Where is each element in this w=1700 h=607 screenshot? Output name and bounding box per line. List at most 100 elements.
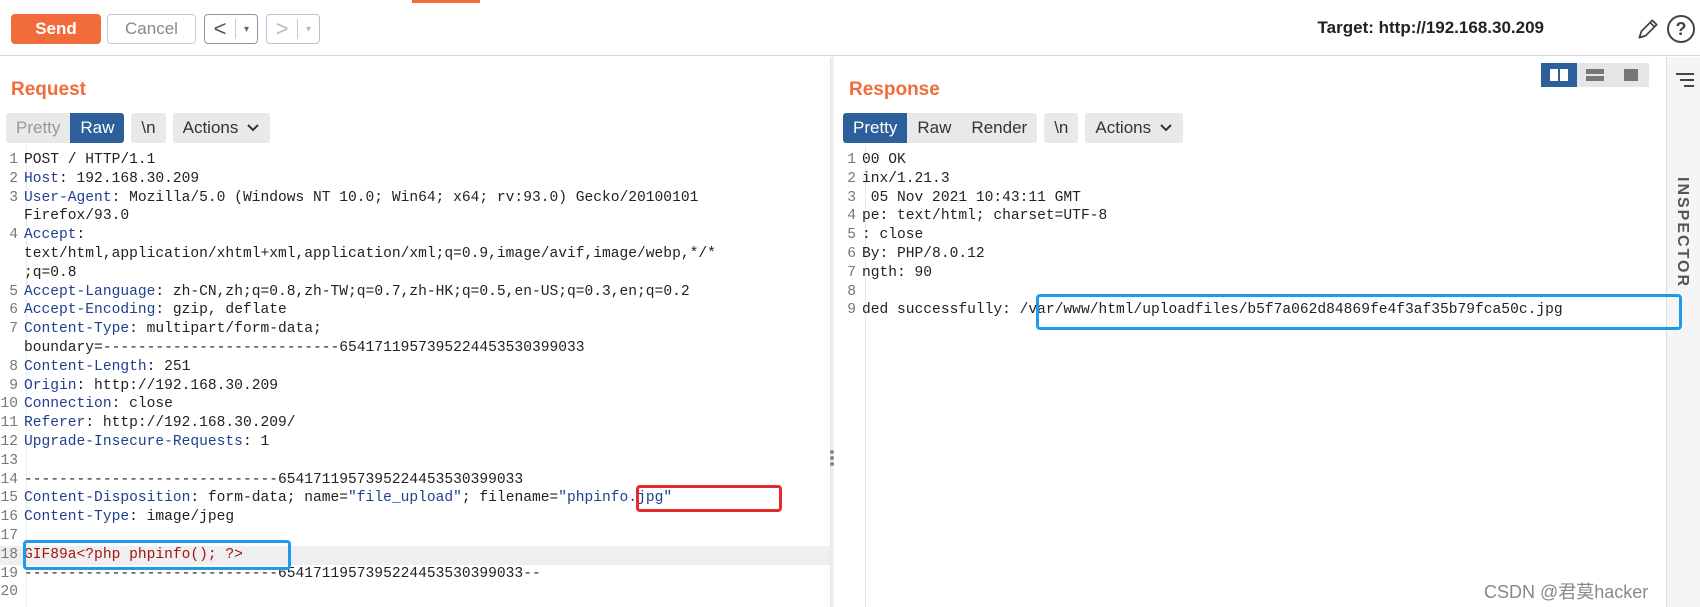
line-number: 18 <box>0 546 18 563</box>
tab-pretty[interactable]: Pretty <box>6 113 71 143</box>
code-token: : gzip, deflate <box>155 302 287 319</box>
tab-raw[interactable]: Raw <box>70 113 125 143</box>
header-name: Accept <box>24 227 77 244</box>
code-text: 00 OK <box>862 152 906 168</box>
history-forward-button[interactable]: > ▾ <box>266 14 320 44</box>
response-tab-bar: Pretty Raw Render \n Actions <box>843 113 1184 143</box>
header-name: Upgrade-Insecure-Requests <box>24 433 243 450</box>
single-pane-icon <box>1624 69 1638 81</box>
code-token: boundary=---------------------------6541… <box>24 339 585 356</box>
code-line[interactable]: 1 00 OK <box>838 151 1664 170</box>
code-token: Firefox/93.0 <box>24 208 130 225</box>
code-line[interactable]: Firefox/93.0 <box>0 207 830 226</box>
code-line[interactable]: 13 <box>0 452 830 471</box>
layout-stacked-button[interactable] <box>1577 63 1613 87</box>
code-line[interactable]: ;q=0.8 <box>0 264 830 283</box>
line-number: 2 <box>847 170 856 187</box>
line-number: 17 <box>0 527 18 544</box>
code-line[interactable]: 12 Upgrade-Insecure-Requests: 1 <box>0 433 830 452</box>
line-number: 3 <box>9 189 18 206</box>
actions-menu-button[interactable]: Actions <box>1085 113 1184 143</box>
code-line[interactable]: 2 Host: 192.168.30.209 <box>0 170 830 189</box>
tab-render[interactable]: Render <box>961 113 1038 143</box>
filename-annotation-box <box>636 485 782 512</box>
inspector-sidebar[interactable]: INSPECTOR <box>1666 57 1700 607</box>
dropdown-triangle-icon[interactable]: ▾ <box>298 24 319 35</box>
line-number: 4 <box>9 227 18 244</box>
code-line[interactable]: 6 By: PHP/8.0.12 <box>838 245 1664 264</box>
header-name: Referer <box>24 415 86 432</box>
code-token: : 1 <box>242 433 270 450</box>
tab-pretty[interactable]: Pretty <box>843 113 908 143</box>
tab-newline-toggle[interactable]: \n <box>1044 113 1079 143</box>
line-number: 19 <box>0 565 18 582</box>
code-line[interactable]: 3 05 Nov 2021 10:43:11 GMT <box>838 189 1664 208</box>
header-name: Content-Type <box>24 509 130 526</box>
line-number: 9 <box>847 302 856 319</box>
code-line[interactable]: text/html,application/xhtml+xml,applicat… <box>0 245 830 264</box>
layout-side-by-side-button[interactable] <box>1541 63 1577 87</box>
code-text: User-Agent: Mozilla/5.0 (Windows NT 10.0… <box>24 189 830 208</box>
line-number: 5 <box>847 227 856 244</box>
code-token: : image/jpeg <box>129 509 235 526</box>
code-text: pe: text/html; charset=UTF-8 <box>862 208 1108 225</box>
code-line[interactable]: 5 Accept-Language: zh-CN,zh;q=0.8,zh-TW;q… <box>0 283 830 302</box>
line-number: 16 <box>0 509 18 526</box>
code-text: Accept-Encoding: gzip, deflate <box>24 301 830 320</box>
code-line[interactable]: 3 User-Agent: Mozilla/5.0 (Windows NT 10.… <box>0 189 830 208</box>
line-number: 4 <box>847 208 856 225</box>
code-line[interactable]: 8 Content-Length: 251 <box>0 358 830 377</box>
line-number: 8 <box>9 358 18 375</box>
code-text: ngth: 90 <box>862 264 933 281</box>
header-name: Content-Type <box>24 321 130 338</box>
cancel-button[interactable]: Cancel <box>107 14 196 44</box>
code-line[interactable]: 7 ngth: 90 <box>838 264 1664 283</box>
dropdown-triangle-icon[interactable]: ▾ <box>236 24 257 35</box>
code-text: ;q=0.8 <box>24 264 830 283</box>
actions-menu-button[interactable]: Actions <box>172 113 271 143</box>
rows-icon <box>1586 69 1604 81</box>
code-token: : 192.168.30.209 <box>59 170 200 187</box>
code-line[interactable]: 7 Content-Type: multipart/form-data; <box>0 320 830 339</box>
code-line[interactable]: 20 <box>0 583 830 602</box>
code-token: POST / HTTP/1.1 <box>24 152 156 168</box>
code-line[interactable]: 5 : close <box>838 226 1664 245</box>
code-line[interactable]: 10 Connection: close <box>0 395 830 414</box>
code-text: POST / HTTP/1.1 <box>24 151 830 170</box>
code-text: Upgrade-Insecure-Requests: 1 <box>24 433 830 452</box>
watermark: CSDN @君莫hacker <box>1484 582 1649 602</box>
line-number <box>0 264 24 283</box>
request-editor[interactable]: 1 POST / HTTP/1.1 2 Host: 192.168.30.209 3 Us… <box>0 151 830 602</box>
target-host-label: Target: http://192.168.30.209 <box>1317 18 1544 37</box>
line-number: 11 <box>0 415 18 432</box>
line-number <box>0 207 24 226</box>
code-line[interactable]: 1 POST / HTTP/1.1 <box>0 151 830 170</box>
request-tab-bar: Pretty Raw \n Actions <box>6 113 271 143</box>
pencil-icon[interactable] <box>1635 16 1661 42</box>
line-number: 7 <box>9 321 18 338</box>
code-line[interactable]: 2 inx/1.21.3 <box>838 170 1664 189</box>
code-text: text/html,application/xhtml+xml,applicat… <box>24 245 830 264</box>
splitter-handle-icon[interactable] <box>829 448 835 468</box>
code-token: ; filename= <box>461 490 559 507</box>
code-line[interactable]: 11 Referer: http://192.168.30.209/ <box>0 414 830 433</box>
code-text: Accept-Language: zh-CN,zh;q=0.8,zh-TW;q=… <box>24 283 830 302</box>
panel-splitter[interactable] <box>830 57 834 607</box>
code-line[interactable]: boundary=---------------------------6541… <box>0 339 830 358</box>
actions-label: Actions <box>182 118 239 137</box>
help-icon[interactable]: ? <box>1667 15 1695 43</box>
columns-icon <box>1550 69 1568 81</box>
code-text: : close <box>862 227 924 244</box>
code-line[interactable]: 4 pe: text/html; charset=UTF-8 <box>838 207 1664 226</box>
history-back-button[interactable]: < ▾ <box>204 14 258 44</box>
code-line[interactable]: 9 Origin: http://192.168.30.209 <box>0 377 830 396</box>
send-button[interactable]: Send <box>11 14 101 44</box>
tab-raw[interactable]: Raw <box>907 113 962 143</box>
inspector-menu-icon[interactable] <box>1676 73 1694 91</box>
tab-newline-toggle[interactable]: \n <box>131 113 166 143</box>
code-line[interactable]: 4 Accept: <box>0 226 830 245</box>
inspector-label[interactable]: INSPECTOR <box>1673 177 1691 288</box>
code-text: 05 Nov 2021 10:43:11 GMT <box>862 189 1081 206</box>
layout-single-button[interactable] <box>1613 63 1649 87</box>
code-line[interactable]: 6 Accept-Encoding: gzip, deflate <box>0 301 830 320</box>
